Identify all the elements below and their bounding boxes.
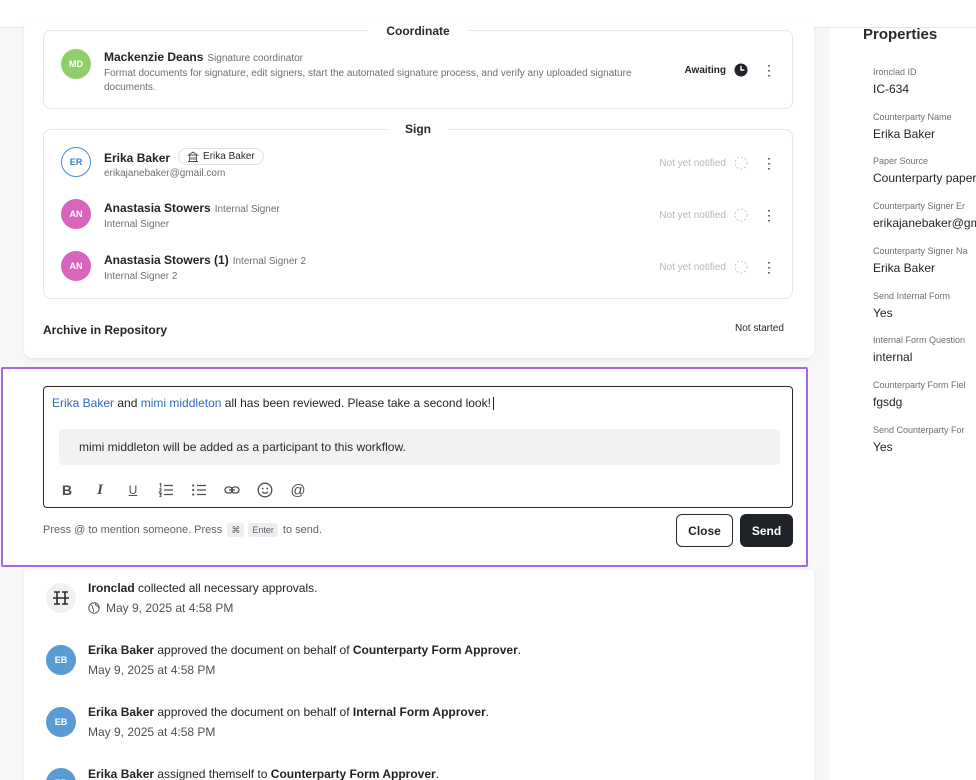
property-internal-form-question[interactable]: Internal Form Question internal <box>873 334 976 365</box>
pending-circle-icon <box>734 156 748 170</box>
activity-text: Erika Baker assigned themself to Counter… <box>88 767 440 780</box>
mention-icon[interactable]: @ <box>287 480 309 500</box>
activity-text: Erika Baker approved the document on beh… <box>88 705 490 719</box>
avatar: EB <box>46 768 76 780</box>
clock-icon <box>734 63 748 77</box>
properties-title: Properties <box>863 26 938 43</box>
property-counterparty-form-field[interactable]: Counterparty Form Fiel fgsdg <box>873 379 976 410</box>
signer-email: erikajanebaker@gmail.com <box>104 168 226 179</box>
property-counterparty-signer-name[interactable]: Counterparty Signer Na Erika Baker <box>873 245 976 276</box>
comment-text[interactable]: Erika Baker and mimi middleton all has b… <box>52 396 494 411</box>
sign-group: Sign ER Erika Baker Erika Baker erikajane… <box>43 122 793 299</box>
coordinate-group: Coordinate MD Mackenzie Deans Signature c… <box>43 24 793 109</box>
signer-row[interactable]: AN Anastasia Stowers (1) Internal Signer … <box>44 244 792 294</box>
bulleted-list-icon[interactable] <box>188 480 210 500</box>
property-ironclad-id[interactable]: Ironclad ID IC-634 <box>873 66 976 97</box>
signer-name: Anastasia Stowers (1) Internal Signer 2 <box>104 253 307 267</box>
activity-feed: Ironclad collected all necessary approva… <box>24 570 814 780</box>
archive-step-label: Archive in Repository <box>43 323 168 337</box>
signer-role: Internal Signer 2 <box>232 256 307 267</box>
property-counterparty-name[interactable]: Counterparty Name Erika Baker <box>873 111 976 142</box>
property-paper-source[interactable]: Paper Source Counterparty paper <box>873 155 976 186</box>
signer-status: Not yet notified <box>659 210 726 221</box>
signer-role: Internal Signer <box>214 204 280 215</box>
avatar: MD <box>61 49 91 79</box>
italic-icon[interactable]: I <box>89 480 111 500</box>
mention-chip[interactable]: mimi middleton <box>141 396 222 410</box>
archive-step-status: Not started <box>735 323 784 334</box>
participant-notice: mimi middleton will be added as a partic… <box>59 429 780 465</box>
globe-icon <box>88 602 100 614</box>
coordinator-row[interactable]: MD Mackenzie Deans Signature coordinator … <box>44 45 792 95</box>
coordinator-name: Mackenzie Deans Signature coordinator <box>104 50 304 64</box>
emoji-icon[interactable] <box>254 480 276 500</box>
command-key: ⌘ <box>227 523 245 537</box>
signer-row[interactable]: ER Erika Baker Erika Baker erikajanebaker… <box>44 140 792 190</box>
activity-time: May 9, 2025 at 4:58 PM <box>88 601 233 615</box>
building-icon <box>187 151 200 162</box>
pending-circle-icon <box>734 260 748 274</box>
property-counterparty-signer-email[interactable]: Counterparty Signer Er erikajanebaker@gma <box>873 200 976 231</box>
more-options-icon[interactable]: ⋮ <box>762 208 776 222</box>
property-send-internal-form[interactable]: Send Internal Form Yes <box>873 290 976 321</box>
avatar: EB <box>46 645 76 675</box>
underline-icon[interactable]: U <box>122 480 144 500</box>
signer-subtitle: Internal Signer 2 <box>104 271 178 282</box>
signer-row[interactable]: AN Anastasia Stowers Internal Signer Inte… <box>44 192 792 242</box>
more-options-icon[interactable]: ⋮ <box>762 156 776 170</box>
property-send-counterparty-form[interactable]: Send Counterparty For Yes <box>873 424 976 455</box>
avatar: AN <box>61 251 91 281</box>
composer-hint: Press @ to mention someone. Press ⌘ Enter… <box>43 523 323 537</box>
coordinate-title: Coordinate <box>368 24 468 38</box>
signer-status: Not yet notified <box>659 262 726 273</box>
link-icon[interactable] <box>221 480 243 500</box>
formatting-toolbar: B I U @ <box>56 480 320 500</box>
more-options-icon[interactable]: ⋮ <box>762 260 776 274</box>
avatar: ER <box>61 147 91 177</box>
activity-time: May 9, 2025 at 4:58 PM <box>88 663 216 677</box>
activity-text: Erika Baker approved the document on beh… <box>88 643 522 657</box>
ironclad-logo-icon <box>46 583 76 613</box>
activity-time: May 9, 2025 at 4:58 PM <box>88 725 216 739</box>
avatar: EB <box>46 707 76 737</box>
coordinator-role: Signature coordinator <box>207 53 304 64</box>
avatar: AN <box>61 199 91 229</box>
signer-assignee-pill[interactable]: Erika Baker <box>178 148 264 165</box>
coordinator-description: Format documents for signature, edit sig… <box>104 68 632 93</box>
mention-chip[interactable]: Erika Baker <box>52 396 114 410</box>
send-button[interactable]: Send <box>740 514 793 547</box>
sign-title: Sign <box>387 122 449 136</box>
activity-text: Ironclad collected all necessary approva… <box>88 581 318 595</box>
text-caret <box>492 397 494 411</box>
signer-status: Not yet notified <box>659 158 726 169</box>
comment-editor[interactable]: Erika Baker and mimi middleton all has b… <box>43 386 793 508</box>
status-badge: Awaiting <box>684 65 726 76</box>
signer-subtitle: Internal Signer <box>104 219 170 230</box>
more-options-icon[interactable]: ⋮ <box>762 63 776 77</box>
numbered-list-icon[interactable] <box>155 480 177 500</box>
close-button[interactable]: Close <box>676 514 733 547</box>
bold-icon[interactable]: B <box>56 480 78 500</box>
enter-key: Enter <box>248 523 278 537</box>
pending-circle-icon <box>734 208 748 222</box>
signer-name: Erika Baker Erika Baker <box>104 148 264 165</box>
signer-name: Anastasia Stowers Internal Signer <box>104 201 280 215</box>
